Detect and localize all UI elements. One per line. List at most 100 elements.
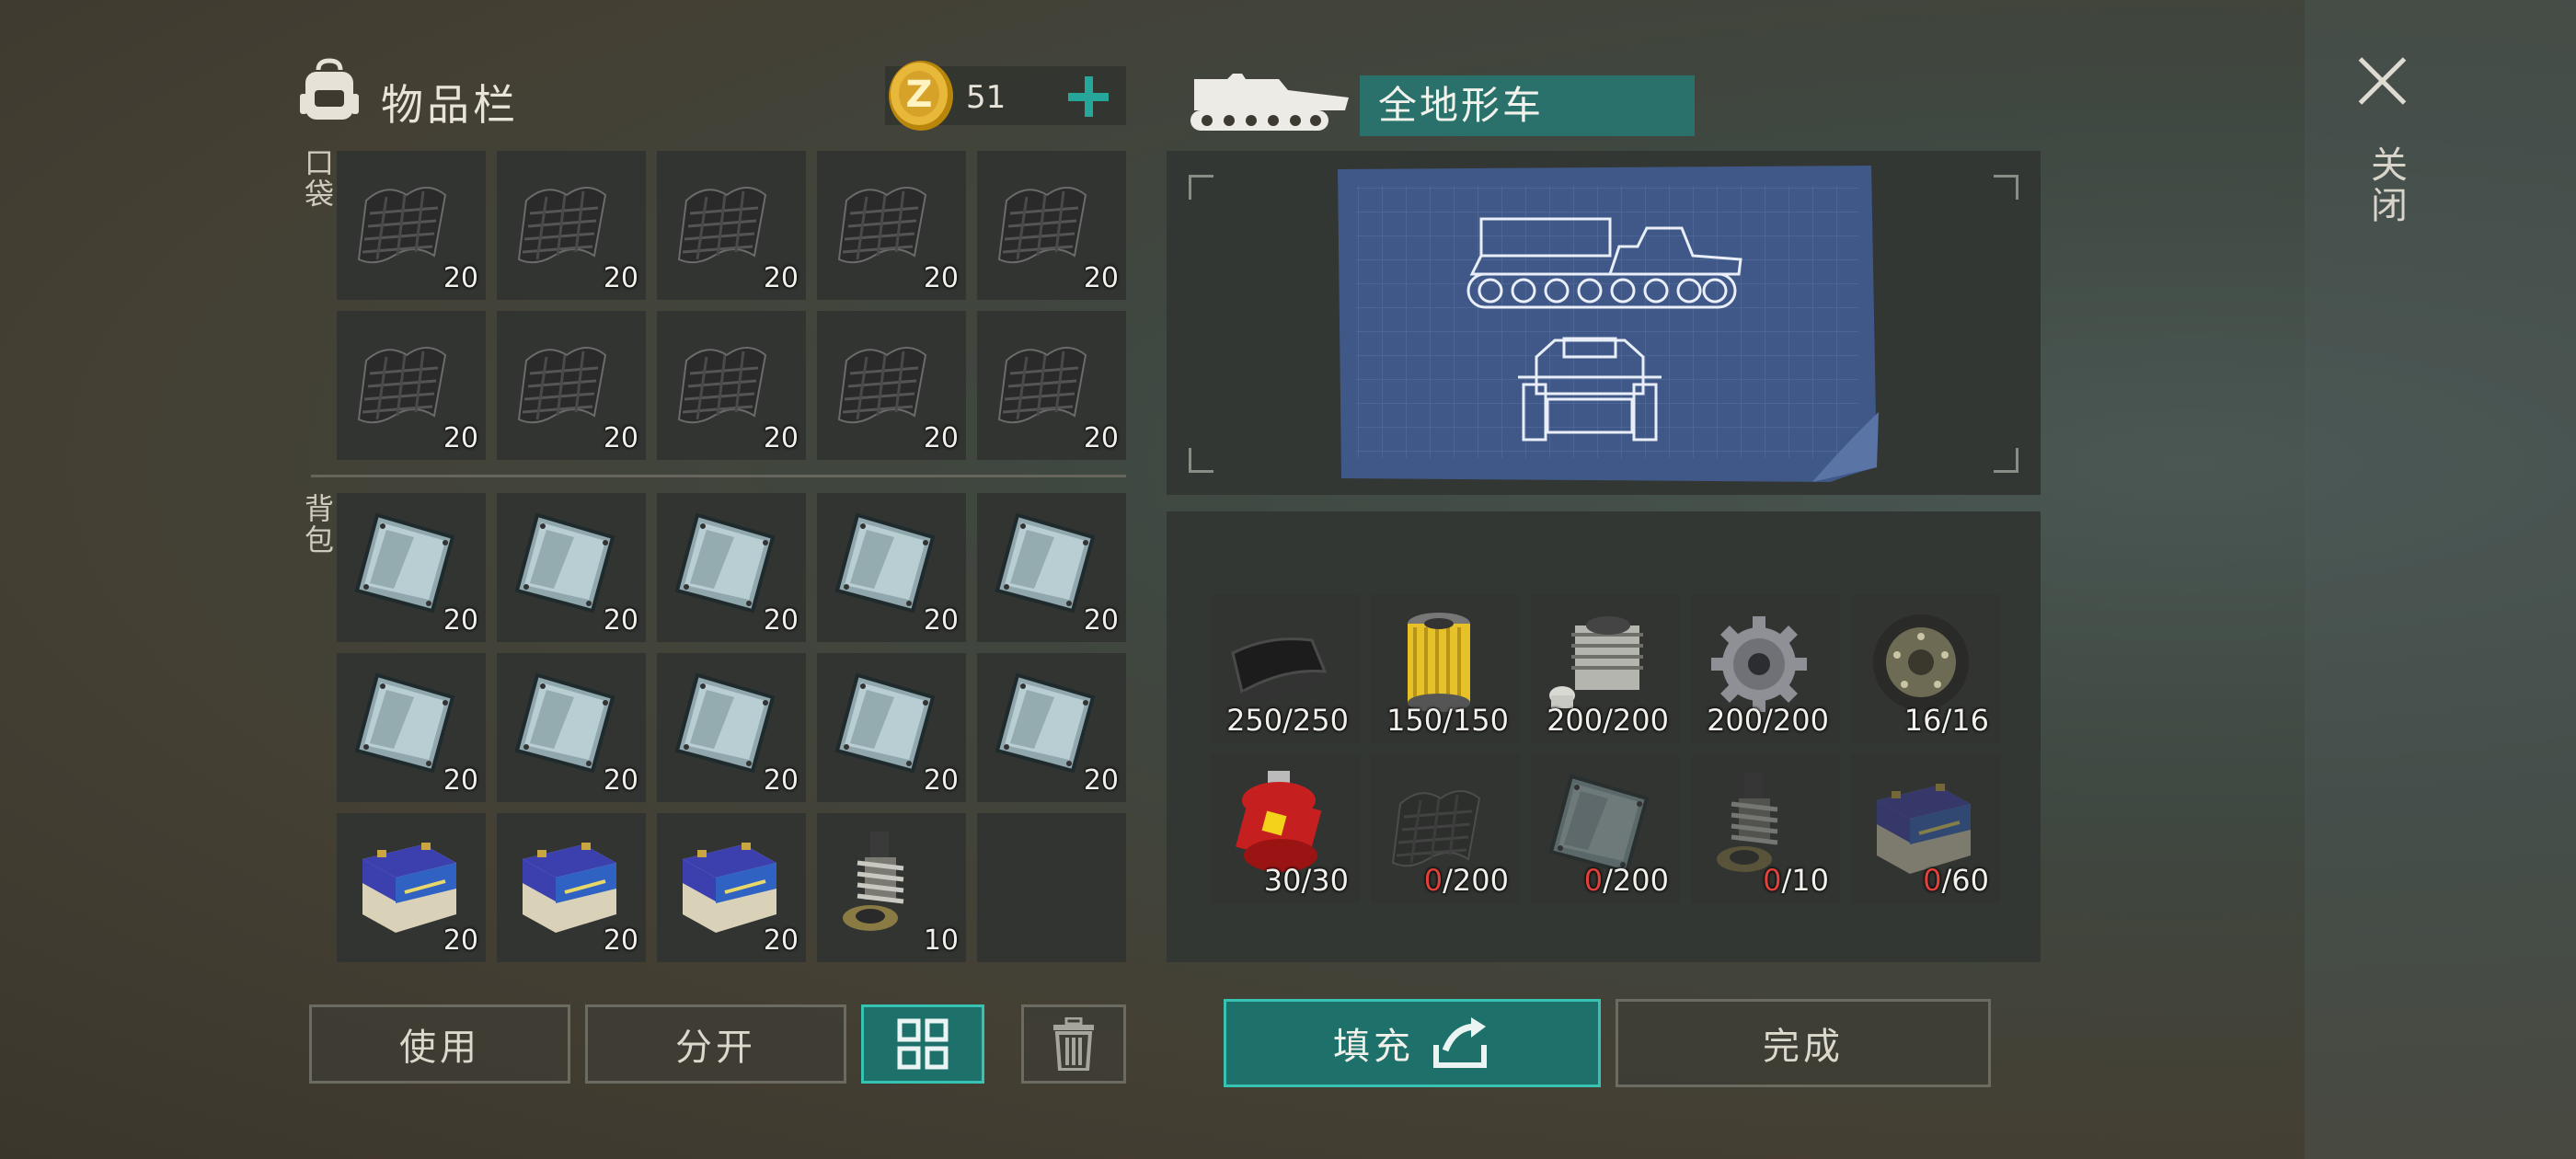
fill-label: 填充 [1333,1026,1414,1068]
close-icon[interactable] [2355,53,2410,109]
requirement-count: 200/200 [1707,703,1829,738]
requirement-slot[interactable]: 0/200 [1371,754,1520,903]
inventory-slot[interactable]: 20 [657,653,806,802]
have-count: 0 [1923,863,1942,898]
item-count: 20 [923,764,959,797]
have-count: 0 [1583,863,1604,898]
item-count: 20 [923,604,959,637]
requirement-slot[interactable]: 150/150 [1371,594,1520,743]
add-coins-button[interactable] [1065,74,1111,120]
need-count: /200 [1443,863,1509,898]
have-count: 0 [1763,863,1782,898]
inventory-slot[interactable]: 20 [337,813,486,962]
item-count: 20 [603,604,638,637]
inventory-slot[interactable]: 20 [497,311,646,460]
inventory-slot[interactable]: 20 [337,311,486,460]
item-count: 20 [1083,604,1119,637]
inventory-slot[interactable]: 20 [337,493,486,642]
have-count: 150 [1386,703,1443,738]
item-count: 20 [763,924,799,957]
inventory-slot[interactable]: 20 [817,151,966,300]
requirement-slot[interactable]: 250/250 [1211,594,1360,743]
item-count: 20 [443,262,478,294]
metal-plate-icon [514,512,615,614]
requirement-count: 16/16 [1904,703,1989,738]
vehicle-name: 全地形车 [1360,75,1695,136]
have-count: 200 [1707,703,1764,738]
inventory-slot[interactable]: 20 [977,493,1126,642]
inventory-slot[interactable]: 20 [497,493,646,642]
metal-plate-icon [995,512,1096,614]
metal-plate-icon [354,672,455,774]
need-count: /16 [1941,703,1990,738]
need-count: /150 [1443,703,1509,738]
need-count: /200 [1603,703,1669,738]
requirement-slot[interactable]: 30/30 [1211,754,1360,903]
delete-button[interactable] [1021,1004,1126,1084]
need-count: /250 [1282,703,1349,738]
need-count: /200 [1763,703,1829,738]
requirement-slot[interactable]: 200/200 [1531,594,1680,743]
item-count: 20 [603,764,638,797]
engine-cylinder-icon [1549,616,1643,708]
carbon-fiber-sheet-icon [997,187,1087,264]
inventory-slot[interactable]: 20 [497,813,646,962]
use-button[interactable]: 使用 [309,1004,570,1084]
requirement-slot[interactable]: 200/200 [1691,594,1840,743]
carbon-fiber-sheet-icon [677,187,767,264]
split-button[interactable]: 分开 [585,1004,846,1084]
carbon-fiber-sheet-icon [677,347,767,424]
metal-plate-icon [674,512,776,614]
inventory-slot[interactable]: 20 [977,311,1126,460]
battery-icon [683,843,776,933]
inventory-slot[interactable]: 20 [497,151,646,300]
need-count: /30 [1301,863,1350,898]
inventory-slot[interactable]: 20 [977,151,1126,300]
inventory-title: 物品栏 [381,80,519,130]
inventory-slot[interactable]: 20 [977,653,1126,802]
have-count: 16 [1903,703,1942,738]
atv-vehicle-icon [1190,74,1349,131]
requirement-count: 30/30 [1264,863,1349,898]
requirement-slot[interactable]: 0/60 [1851,754,2000,903]
inventory-slot[interactable]: 20 [817,653,966,802]
requirement-slot[interactable]: 16/16 [1851,594,2000,743]
item-count: 20 [443,924,478,957]
carbon-fiber-sheet-icon [357,187,447,264]
battery-icon [1877,784,1971,874]
grid-view-button[interactable] [861,1004,984,1084]
carbon-fiber-sheet-icon [517,187,607,264]
need-count: /200 [1603,863,1669,898]
wheel-icon [1873,614,1969,710]
done-button[interactable]: 完成 [1616,999,1991,1087]
inventory-slot[interactable]: 10 [817,813,966,962]
item-count: 20 [763,422,799,454]
coin-icon: Z [889,61,953,131]
metal-plate-icon [514,672,615,774]
inventory-slot[interactable]: 20 [657,311,806,460]
inventory-slot[interactable]: 20 [817,311,966,460]
fill-transfer-icon [1433,1017,1487,1068]
inventory-slot[interactable]: 20 [817,493,966,642]
requirement-slot[interactable]: 0/10 [1691,754,1840,903]
inventory-slot[interactable]: 20 [337,653,486,802]
inventory-slot[interactable]: 20 [337,151,486,300]
inventory-slot[interactable]: 20 [497,653,646,802]
fill-button[interactable]: 填充 [1224,999,1601,1087]
oil-filter-icon [1408,613,1470,712]
close-label: 关闭 [2364,145,2407,226]
inventory-slot[interactable]: 20 [657,151,806,300]
requirement-count: 0/200 [1424,863,1509,898]
requirement-count: 200/200 [1547,703,1669,738]
requirement-slot[interactable]: 0/200 [1531,754,1680,903]
gas-cylinder-icon [1236,771,1322,872]
grid-view-icon [897,1018,949,1070]
have-count: 200 [1547,703,1604,738]
item-count: 20 [1083,764,1119,797]
need-count: /60 [1941,863,1990,898]
carbon-fiber-sheet-icon [1391,790,1481,867]
inventory-slot[interactable]: 20 [657,493,806,642]
empty-slot[interactable] [977,813,1126,962]
inventory-slot[interactable]: 20 [657,813,806,962]
item-count: 20 [443,764,478,797]
